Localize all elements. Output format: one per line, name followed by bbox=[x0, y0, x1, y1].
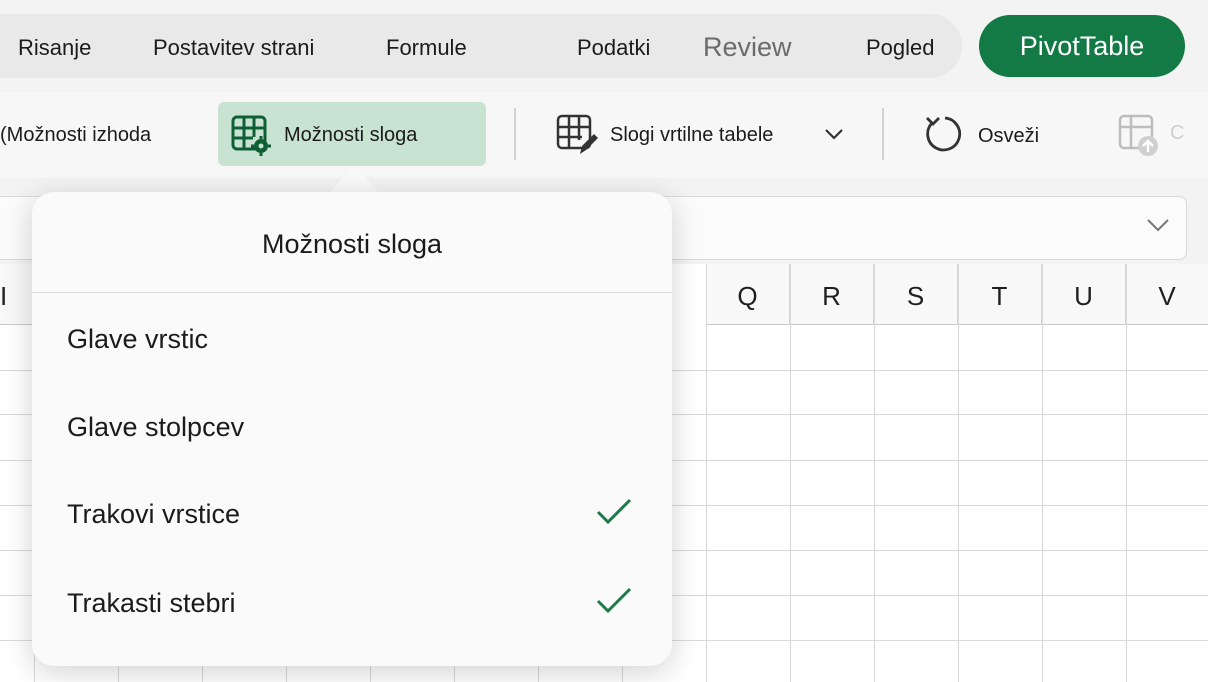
output-options-button[interactable]: (Možnosti izhoda bbox=[0, 124, 151, 147]
refresh-icon[interactable] bbox=[924, 114, 966, 156]
style-options-popover: Možnosti sloga Glave vrstic Glave stolpc… bbox=[32, 192, 672, 666]
pivot-styles-button[interactable]: Slogi vrtilne tabele bbox=[610, 124, 773, 147]
grid-line bbox=[706, 264, 707, 682]
disabled-ribbon-item: C bbox=[1170, 122, 1185, 144]
column-header-v[interactable]: V bbox=[1126, 264, 1208, 325]
tab-pivottable[interactable]: PivotTable bbox=[979, 15, 1185, 77]
ribbon-tab-bar: Risanje Postavitev strani Formule Podatk… bbox=[0, 14, 962, 78]
option-label: Glave stolpcev bbox=[67, 412, 245, 442]
option-row-headers[interactable]: Glave vrstic bbox=[32, 295, 672, 383]
tab-risanje[interactable]: Risanje bbox=[18, 14, 91, 78]
tab-pogled[interactable]: Pogled bbox=[866, 14, 935, 78]
column-header-u[interactable]: U bbox=[1042, 264, 1126, 325]
option-label: Trakovi vrstice bbox=[67, 499, 241, 529]
tab-review[interactable]: Review bbox=[703, 14, 792, 78]
option-column-headers[interactable]: Glave stolpcev bbox=[32, 383, 672, 471]
popover-title: Možnosti sloga bbox=[32, 192, 672, 293]
column-header[interactable]: I bbox=[0, 264, 35, 325]
column-header-t[interactable]: T bbox=[958, 264, 1042, 325]
refresh-button[interactable]: Osveži bbox=[978, 125, 1039, 148]
popover-arrow bbox=[328, 166, 380, 194]
checkmark-icon bbox=[596, 587, 632, 614]
option-label: Glave vrstic bbox=[67, 324, 209, 354]
column-header-r[interactable]: R bbox=[790, 264, 874, 325]
option-label: Trakasti stebri bbox=[67, 588, 236, 618]
style-options-button[interactable]: Možnosti sloga bbox=[218, 102, 486, 166]
chevron-down-icon[interactable] bbox=[824, 128, 844, 142]
tab-postavitev-strani[interactable]: Postavitev strani bbox=[153, 14, 314, 78]
ribbon-divider bbox=[882, 108, 884, 160]
option-banded-rows[interactable]: Trakovi vrstice bbox=[32, 470, 672, 558]
chevron-down-icon[interactable] bbox=[1146, 217, 1170, 233]
grid-line bbox=[874, 264, 875, 682]
ribbon-divider bbox=[514, 108, 516, 160]
grid-line bbox=[1042, 264, 1043, 682]
column-header-s[interactable]: S bbox=[874, 264, 958, 325]
tab-podatki[interactable]: Podatki bbox=[577, 14, 650, 78]
style-options-label: Možnosti sloga bbox=[284, 124, 418, 146]
checkmark-icon bbox=[596, 498, 632, 525]
grid-line bbox=[1126, 264, 1127, 682]
tab-formule[interactable]: Formule bbox=[386, 14, 467, 78]
option-banded-columns[interactable]: Trakasti stebri bbox=[32, 559, 672, 647]
table-gear-icon bbox=[231, 115, 271, 156]
column-header-q[interactable]: Q bbox=[706, 264, 790, 325]
table-upload-icon bbox=[1118, 114, 1158, 156]
table-pencil-icon[interactable] bbox=[556, 114, 600, 158]
ribbon-toolbar: (Možnosti izhoda Možnosti sloga Slogi vr… bbox=[0, 92, 1208, 178]
grid-line bbox=[790, 264, 791, 682]
grid-line bbox=[958, 264, 959, 682]
